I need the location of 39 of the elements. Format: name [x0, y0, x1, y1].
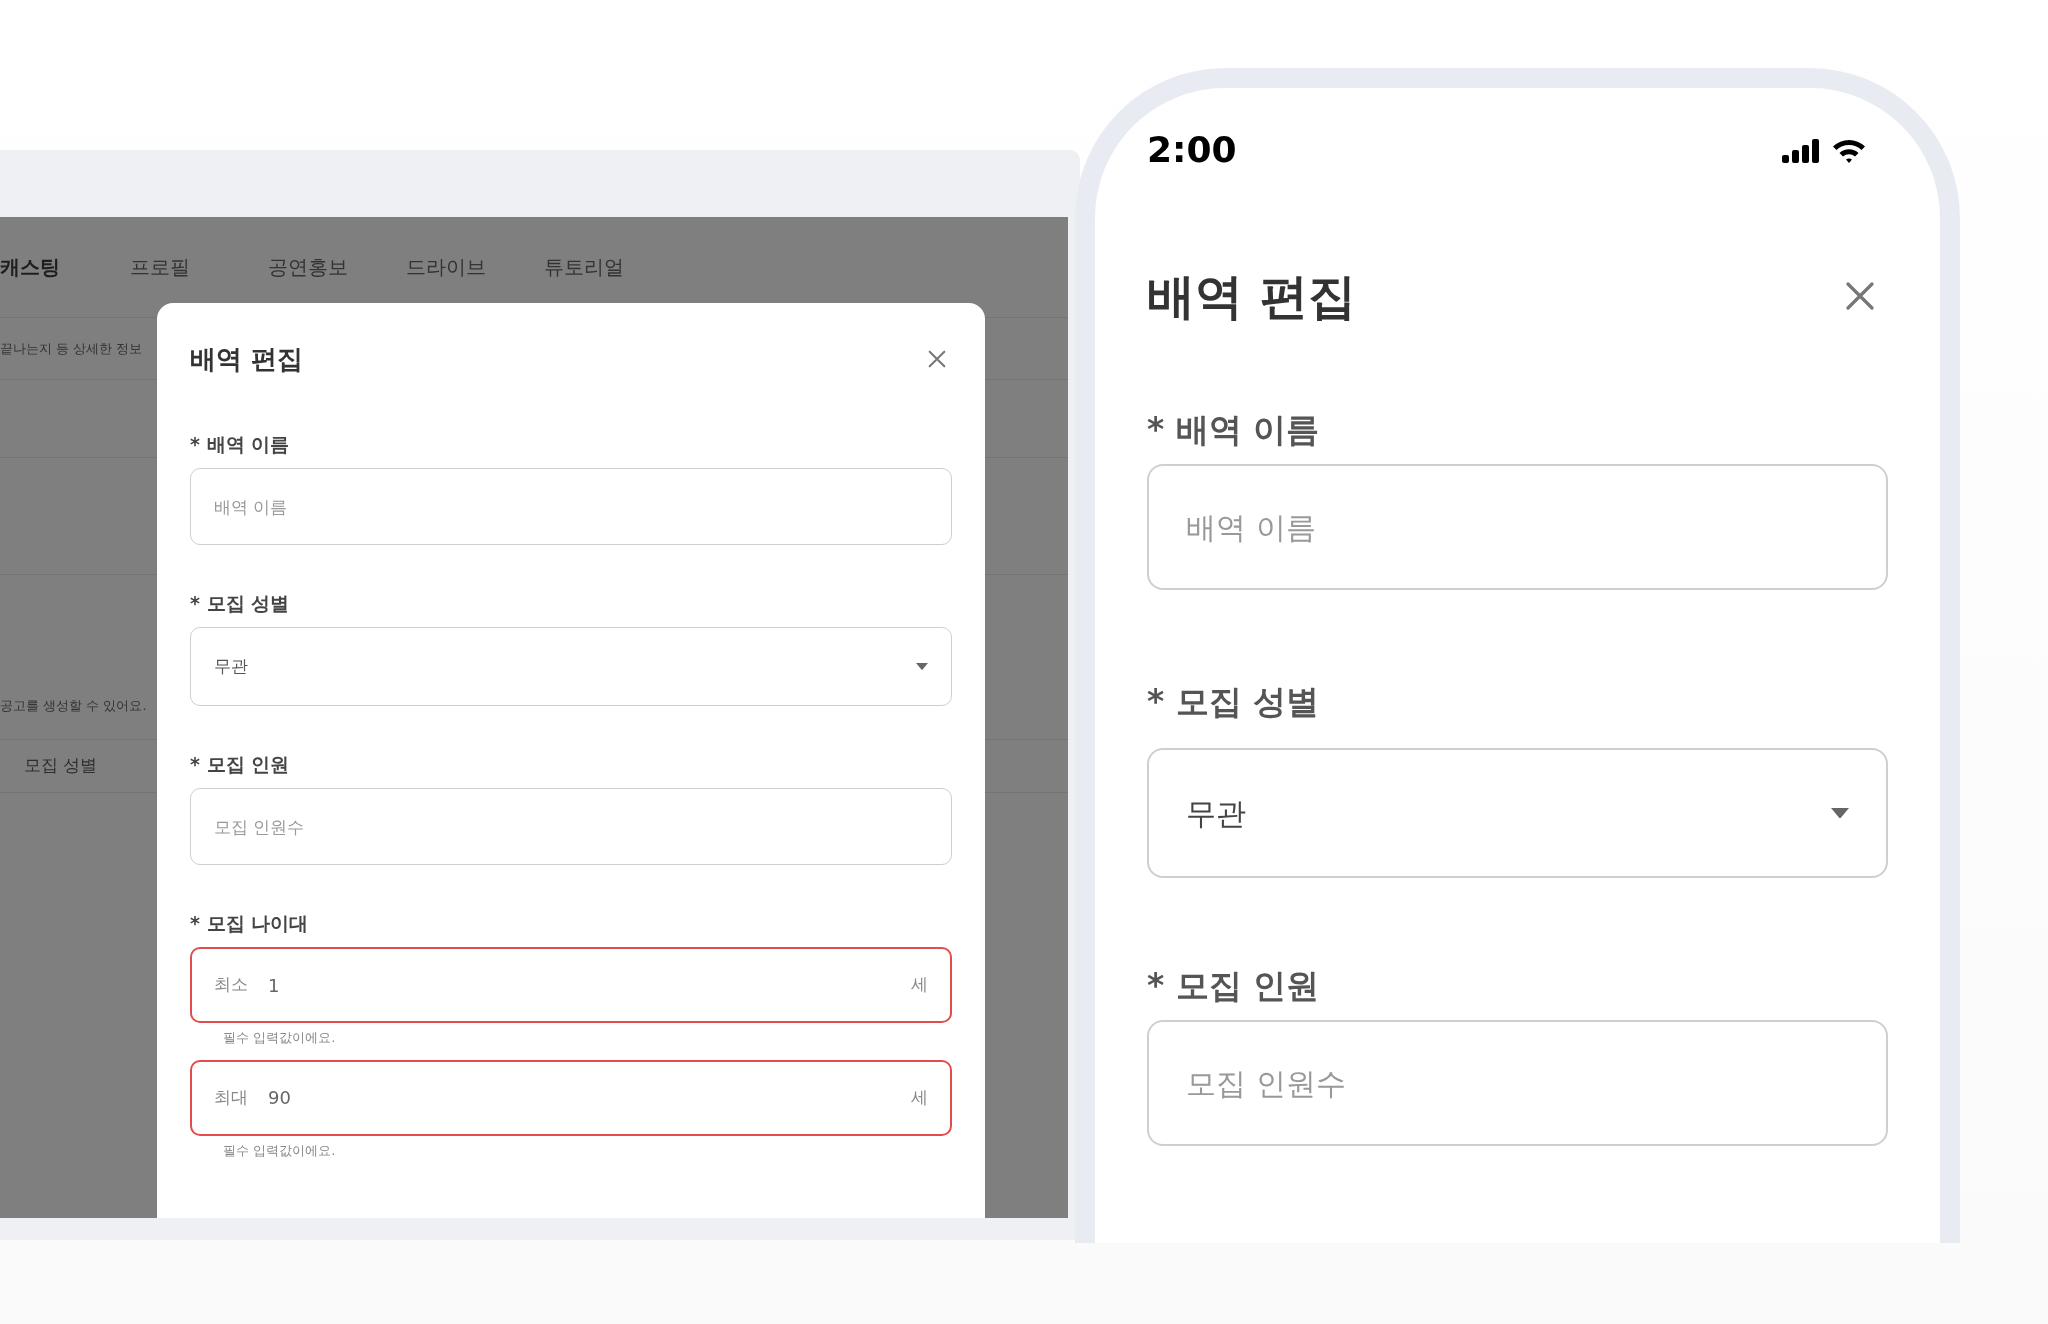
nav-tab[interactable]: 튜토리얼: [544, 252, 682, 282]
input-field[interactable]: 배역 이름: [1147, 464, 1888, 590]
input-field[interactable]: 모집 인원수: [190, 788, 952, 865]
field-label: * 모집 성별: [190, 591, 291, 615]
info-text: 끝나는지 등 상세한 정보: [0, 339, 143, 358]
select-field[interactable]: 무관: [1147, 748, 1888, 878]
nav-tab[interactable]: 캐스팅: [0, 252, 130, 282]
field-label: * 모집 인원: [190, 752, 291, 776]
modal-title: 배역 편집: [190, 342, 304, 376]
status-time: 2:00: [1147, 128, 1237, 172]
select-field[interactable]: 무관: [190, 627, 952, 706]
caret-icon: [1831, 807, 1849, 819]
input-field[interactable]: 모집 인원수: [1147, 1020, 1888, 1146]
field-label: * 모집 나이대: [190, 911, 310, 935]
nav-tab[interactable]: 프로필: [130, 252, 268, 282]
notice-text: 공고를 생성할 수 있어요.: [0, 696, 147, 715]
helper-text: 필수 입력값이에요.: [222, 1029, 337, 1047]
prefix-label: 최소: [214, 973, 248, 997]
helper-text: 필수 입력값이에요.: [222, 1141, 337, 1160]
field-label: * 배역 이름: [1147, 409, 1321, 451]
caret-icon: [916, 662, 928, 671]
signal-icon: [1782, 138, 1822, 163]
phone-title: 배역 편집: [1147, 267, 1356, 326]
nav-tab[interactable]: 공연홍보: [268, 252, 406, 282]
close-icon[interactable]: [926, 348, 948, 370]
field-label: * 모집 성별: [1147, 681, 1321, 723]
input-value: 1: [268, 973, 280, 998]
field-label: * 배역 이름: [190, 432, 291, 456]
prefix-label: 최대: [214, 1085, 248, 1109]
column-header: 모집 성별: [24, 754, 98, 778]
unit-label: 세: [911, 973, 928, 997]
age-input-field[interactable]: 최대 90 세: [190, 1059, 952, 1136]
input-field[interactable]: 배역 이름: [190, 468, 952, 545]
age-input-field[interactable]: 최소 1 세: [190, 947, 952, 1023]
nav-tab[interactable]: 드라이브: [406, 252, 544, 282]
input-value: 90: [268, 1086, 291, 1110]
wifi-icon: [1832, 137, 1866, 163]
unit-label: 세: [911, 1085, 928, 1109]
field-label: * 모집 인원: [1147, 965, 1321, 1007]
